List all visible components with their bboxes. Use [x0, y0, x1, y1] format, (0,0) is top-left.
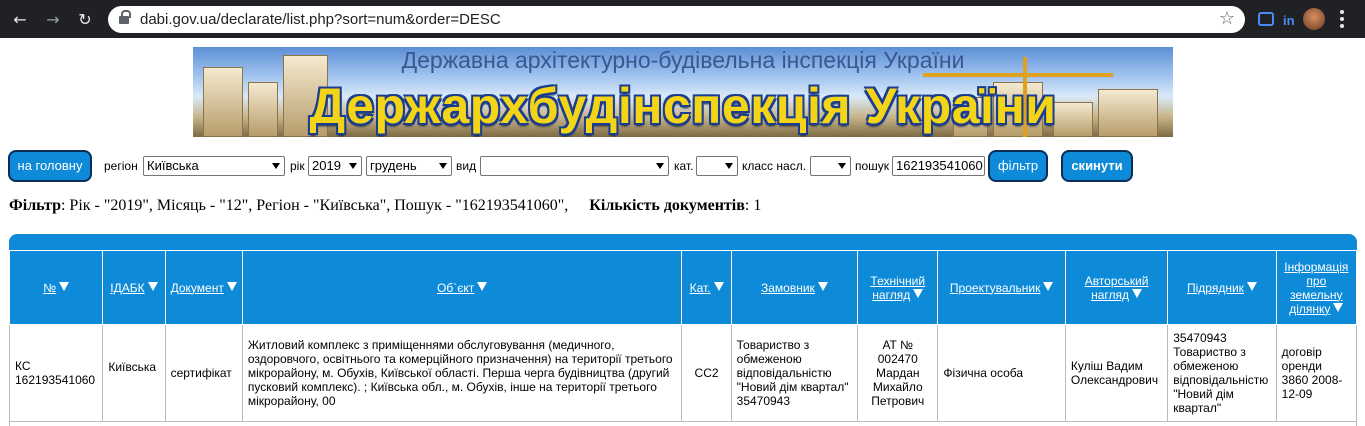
- cell-contractor: 35470943 Товариство з обмеженою відповід…: [1167, 324, 1277, 422]
- type-select[interactable]: [480, 156, 669, 176]
- sort-desc-icon[interactable]: [913, 288, 924, 298]
- header-number-link[interactable]: №: [43, 281, 56, 295]
- cell-customer: Товариство з обмеженою відповідальністю …: [730, 324, 859, 422]
- type-label: вид: [456, 159, 477, 173]
- header-contractor[interactable]: Підрядник: [1167, 250, 1277, 325]
- header-land-info[interactable]: Інформація про земельну ділянку: [1275, 250, 1358, 325]
- chevron-down-icon: [349, 163, 357, 169]
- url-text[interactable]: dabi.gov.ua/declarate/list.php?sort=num&…: [140, 6, 501, 33]
- table-bottom-edge: [9, 421, 1357, 426]
- header-document[interactable]: Документ: [164, 250, 243, 325]
- document-count-value: : 1: [744, 197, 762, 214]
- address-bar[interactable]: dabi.gov.ua/declarate/list.php?sort=num&…: [108, 6, 1245, 33]
- extension-in-icon[interactable]: in: [1283, 13, 1295, 28]
- filter-summary-text: : Рік - "2019", Місяць - "12", Регіон - …: [60, 197, 569, 214]
- sort-desc-icon[interactable]: [1333, 302, 1344, 312]
- header-number[interactable]: №: [8, 250, 104, 325]
- profile-avatar[interactable]: [1303, 8, 1325, 30]
- reset-button[interactable]: скинути: [1061, 150, 1133, 182]
- filter-summary: Фільтр: Рік - "2019", Місяць - "12", Рег…: [9, 197, 761, 215]
- region-select[interactable]: Київська: [143, 156, 285, 176]
- cell-idabk: Київська: [102, 324, 166, 422]
- header-idabk[interactable]: ІДАБК: [102, 250, 166, 325]
- region-label: регіон: [104, 159, 138, 173]
- category-label: кат.: [674, 159, 694, 173]
- sort-desc-icon[interactable]: [1043, 281, 1054, 291]
- chevron-down-icon: [838, 163, 846, 169]
- cell-land-info: договір оренди 3860 2008-12-09: [1275, 324, 1358, 422]
- region-select-value: Київська: [147, 158, 199, 173]
- chevron-down-icon: [656, 163, 664, 169]
- filter-button[interactable]: фільтр: [988, 150, 1048, 182]
- table-top-bar: [9, 234, 1357, 250]
- chevron-down-icon: [439, 163, 447, 169]
- banner-subtitle: Державна архітектурно-будівельна інспекц…: [401, 47, 965, 73]
- back-icon[interactable]: ←: [9, 9, 31, 31]
- header-customer-link[interactable]: Замовник: [761, 281, 815, 295]
- header-tech-supervision[interactable]: Технічний нагляд: [857, 250, 939, 325]
- sort-desc-icon[interactable]: [1132, 288, 1143, 298]
- month-select-value: грудень: [370, 158, 417, 173]
- header-idabk-link[interactable]: ІДАБК: [110, 281, 144, 295]
- search-input[interactable]: 162193541060: [892, 156, 985, 176]
- kebab-menu-icon[interactable]: [1340, 10, 1344, 28]
- year-select-value: 2019: [312, 158, 341, 173]
- forward-icon[interactable]: →: [42, 9, 64, 31]
- lock-icon[interactable]: [119, 10, 131, 25]
- class-select[interactable]: [810, 156, 851, 176]
- header-category[interactable]: Кат.: [681, 250, 732, 325]
- star-icon[interactable]: ☆: [1219, 8, 1235, 30]
- table-row: КС 162193541060 Київська сертифікат Житл…: [8, 324, 1358, 422]
- header-document-link[interactable]: Документ: [171, 281, 224, 295]
- sort-desc-icon[interactable]: [713, 281, 724, 291]
- table-header-row: № ІДАБК Документ Об`єкт Кат. Замовник Те…: [8, 250, 1358, 325]
- cell-document: сертифікат: [164, 324, 243, 422]
- header-category-link[interactable]: Кат.: [690, 281, 711, 295]
- browser-toolbar: ← → ↻ dabi.gov.ua/declarate/list.php?sor…: [0, 0, 1365, 38]
- class-label: класс насл.: [742, 159, 807, 173]
- cell-category: СС2: [681, 324, 732, 422]
- cell-designer: Фізична особа: [937, 324, 1066, 422]
- header-author-supervision[interactable]: Авторський нагляд: [1064, 250, 1169, 325]
- sort-desc-icon[interactable]: [1246, 281, 1257, 291]
- header-customer[interactable]: Замовник: [730, 250, 859, 325]
- banner-title: Держархбудінспекція України: [309, 78, 1057, 134]
- cell-number: КС 162193541060: [8, 324, 104, 422]
- home-button[interactable]: на головну: [8, 150, 92, 182]
- header-object-link[interactable]: Об`єкт: [437, 281, 474, 295]
- extension-icon[interactable]: [1258, 12, 1274, 26]
- sort-desc-icon[interactable]: [477, 281, 488, 291]
- sort-desc-icon[interactable]: [147, 281, 158, 291]
- header-contractor-link[interactable]: Підрядник: [1187, 281, 1244, 295]
- declarations-table: № ІДАБК Документ Об`єкт Кат. Замовник Те…: [8, 250, 1358, 422]
- sort-desc-icon[interactable]: [226, 281, 237, 291]
- year-label: рік: [290, 159, 305, 173]
- header-object[interactable]: Об`єкт: [241, 250, 683, 325]
- chevron-down-icon: [725, 163, 733, 169]
- cell-tech-supervision: АТ № 002470 Мардан Михайло Петрович: [857, 324, 939, 422]
- year-select[interactable]: 2019: [308, 156, 362, 176]
- category-select[interactable]: [696, 156, 738, 176]
- filter-summary-label: Фільтр: [9, 197, 61, 214]
- sort-desc-icon[interactable]: [59, 281, 70, 291]
- cell-object: Житловий комплекс з приміщеннями обслуго…: [241, 324, 683, 422]
- search-label: пошук: [855, 159, 890, 173]
- document-count-label: Кількість документів: [589, 197, 745, 214]
- month-select[interactable]: грудень: [366, 156, 452, 176]
- sort-desc-icon[interactable]: [817, 281, 828, 291]
- header-designer-link[interactable]: Проектувальник: [950, 281, 1040, 295]
- chevron-down-icon: [272, 163, 280, 169]
- reload-icon[interactable]: ↻: [74, 9, 96, 31]
- site-banner: Державна архітектурно-будівельна інспекц…: [193, 47, 1173, 137]
- cell-author-supervision: Куліш Вадим Олександрович: [1064, 324, 1169, 422]
- header-designer[interactable]: Проектувальник: [937, 250, 1066, 325]
